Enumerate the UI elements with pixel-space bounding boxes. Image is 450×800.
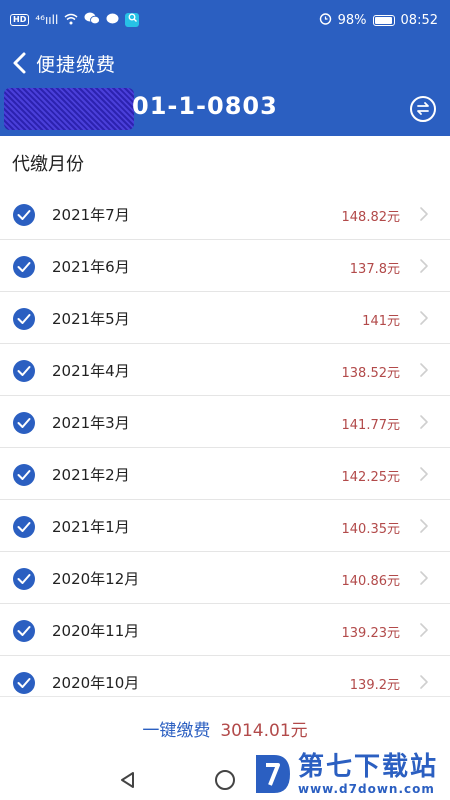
chevron-right-icon xyxy=(420,467,428,481)
hd-badge: HD xyxy=(10,14,30,26)
wechat-icon xyxy=(84,12,101,28)
chevron-right-icon xyxy=(420,571,428,585)
watermark-name: 第七下载站 xyxy=(298,752,439,782)
battery-icon xyxy=(372,15,395,26)
redacted-mask xyxy=(4,88,134,130)
month-row[interactable]: 2021年7月 148.82元 xyxy=(0,188,450,240)
account-number: 01-1-0803 xyxy=(132,92,278,120)
checkbox-checked-icon[interactable] xyxy=(13,620,35,642)
d7down-logo-icon xyxy=(256,755,290,793)
month-label: 2021年6月 xyxy=(52,258,130,276)
watermark-url: www.d7down.com xyxy=(298,782,435,796)
month-amount: 137.8元 xyxy=(349,262,400,277)
month-label: 2020年12月 xyxy=(52,570,140,588)
pay-all-label: 一键缴费 xyxy=(142,721,211,741)
checkbox-checked-icon[interactable] xyxy=(13,412,35,434)
checkbox-checked-icon[interactable] xyxy=(13,308,35,330)
switch-account-button[interactable] xyxy=(410,96,436,122)
page-title: 便捷缴费 xyxy=(36,53,117,76)
month-amount: 140.35元 xyxy=(341,522,401,537)
status-left: HD ⁴⁶ııll xyxy=(10,12,140,28)
month-label: 2021年5月 xyxy=(52,310,130,328)
month-amount: 138.52元 xyxy=(341,366,401,381)
month-amount: 141.77元 xyxy=(341,418,401,433)
chevron-right-icon xyxy=(420,519,428,533)
chevron-left-icon xyxy=(13,52,26,74)
month-label: 2021年7月 xyxy=(52,206,130,224)
swap-icon xyxy=(417,102,429,115)
alarm-icon xyxy=(319,12,332,29)
month-label: 2021年4月 xyxy=(52,362,130,380)
status-right: 98% 08:52 xyxy=(319,12,438,29)
search-app-icon xyxy=(125,13,140,27)
chevron-right-icon xyxy=(420,623,428,637)
month-amount: 139.2元 xyxy=(349,678,400,693)
checkbox-checked-icon[interactable] xyxy=(13,464,35,486)
month-amount: 142.25元 xyxy=(341,470,401,485)
month-amount: 140.86元 xyxy=(341,574,401,589)
section-title: 代缴月份 xyxy=(12,154,84,175)
account-row: 01-1-0803 xyxy=(0,86,450,132)
checkbox-checked-icon[interactable] xyxy=(13,568,35,590)
watermark-text: 第七下载站 www.d7down.com xyxy=(298,752,438,796)
month-amount: 139.23元 xyxy=(341,626,401,641)
checkbox-checked-icon[interactable] xyxy=(13,672,35,694)
clock: 08:52 xyxy=(400,13,438,28)
month-amount: 141元 xyxy=(362,314,400,329)
month-label: 2020年10月 xyxy=(52,674,140,692)
month-amount: 148.82元 xyxy=(341,210,401,225)
checkbox-checked-icon[interactable] xyxy=(13,204,35,226)
chevron-right-icon xyxy=(420,311,428,325)
chevron-right-icon xyxy=(420,675,428,689)
month-list: 2021年7月 148.82元 2021年6月 137.8元 2021年5月 141元 20… xyxy=(0,188,450,696)
month-row[interactable]: 2021年2月 142.25元 xyxy=(0,448,450,500)
chevron-right-icon xyxy=(420,207,428,221)
month-row[interactable]: 2020年12月 140.86元 xyxy=(0,552,450,604)
back-button[interactable]: 便捷缴费 xyxy=(10,48,116,78)
month-label: 2021年1月 xyxy=(52,518,130,536)
month-row[interactable]: 2021年5月 141元 xyxy=(0,292,450,344)
nav-back-icon[interactable] xyxy=(118,770,138,790)
chat-bubble-icon xyxy=(106,13,119,28)
pay-total: 3014.01元 xyxy=(220,721,308,741)
month-row[interactable]: 2021年1月 140.35元 xyxy=(0,500,450,552)
month-row[interactable]: 2020年10月 139.2元 xyxy=(0,656,450,696)
month-label: 2020年11月 xyxy=(52,622,140,640)
signal-icon: ⁴⁶ııll xyxy=(35,13,59,27)
nav-home-icon[interactable] xyxy=(215,770,235,790)
chevron-right-icon xyxy=(420,415,428,429)
status-bar: HD ⁴⁶ııll 98% 08:52 xyxy=(0,0,450,40)
month-row[interactable]: 2021年3月 141.77元 xyxy=(0,396,450,448)
month-row[interactable]: 2020年11月 139.23元 xyxy=(0,604,450,656)
battery-percent: 98% xyxy=(337,13,367,28)
header: 便捷缴费 01-1-0803 xyxy=(0,40,450,136)
month-row[interactable]: 2021年4月 138.52元 xyxy=(0,344,450,396)
checkbox-checked-icon[interactable] xyxy=(13,256,35,278)
month-label: 2021年3月 xyxy=(52,414,130,432)
checkbox-checked-icon[interactable] xyxy=(13,360,35,382)
watermark: 第七下载站 www.d7down.com xyxy=(252,748,448,800)
checkbox-checked-icon[interactable] xyxy=(13,516,35,538)
chevron-right-icon xyxy=(420,259,428,273)
month-row[interactable]: 2021年6月 137.8元 xyxy=(0,240,450,292)
wifi-icon xyxy=(64,13,78,28)
chevron-right-icon xyxy=(420,363,428,377)
month-label: 2021年2月 xyxy=(52,466,130,484)
